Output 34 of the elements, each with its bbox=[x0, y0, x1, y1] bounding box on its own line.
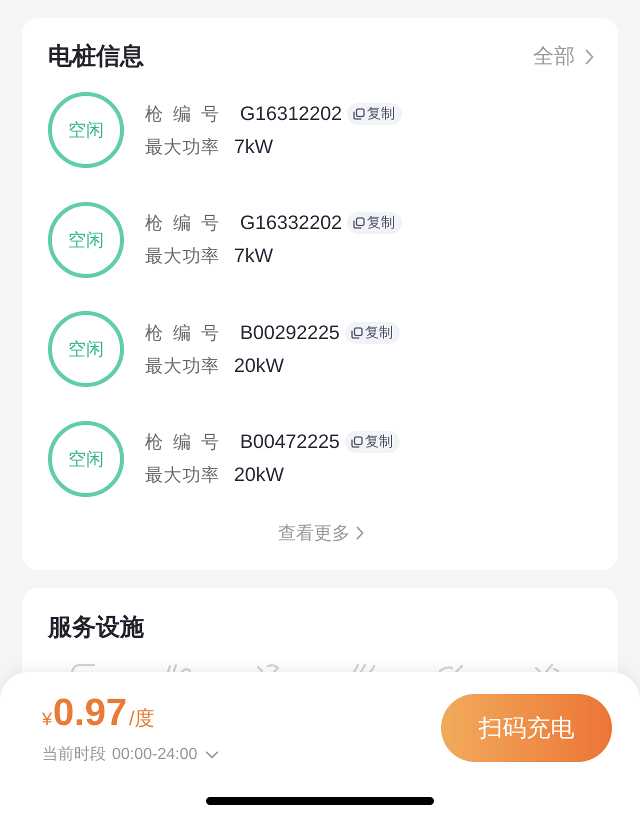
chevron-down-icon bbox=[205, 751, 220, 759]
section-title: 服务设施 bbox=[48, 612, 145, 642]
gun-number-label: 枪 编 号 bbox=[145, 102, 219, 124]
max-power-value: 20kW bbox=[234, 464, 284, 486]
gun-number-label: 枪 编 号 bbox=[145, 431, 219, 453]
max-power-label: 最大功率 bbox=[145, 354, 219, 376]
copy-icon bbox=[352, 217, 365, 229]
status-badge: 空闲 bbox=[48, 202, 124, 278]
copy-icon bbox=[350, 436, 363, 448]
gun-number: B00472225 bbox=[240, 431, 340, 453]
max-power-label: 最大功率 bbox=[145, 245, 219, 267]
chevron-right-icon bbox=[356, 526, 364, 540]
gun-number-label: 枪 编 号 bbox=[145, 322, 219, 344]
copy-button[interactable]: 复制 bbox=[344, 322, 400, 344]
max-power-value: 7kW bbox=[234, 136, 273, 158]
price-text: ¥0.97/度 bbox=[42, 691, 156, 736]
copy-button[interactable]: 复制 bbox=[344, 431, 400, 453]
gun-number-label: 枪 编 号 bbox=[145, 212, 219, 234]
copy-button[interactable]: 复制 bbox=[346, 102, 402, 124]
gun-number: G16312202 bbox=[240, 102, 342, 124]
copy-button[interactable]: 复制 bbox=[346, 212, 402, 234]
status-badge: 空闲 bbox=[48, 311, 124, 387]
copy-icon bbox=[350, 326, 363, 338]
gun-number: B00292225 bbox=[240, 322, 340, 344]
section-title: 电桩信息 bbox=[48, 42, 144, 72]
max-power-value: 20kW bbox=[234, 354, 284, 376]
max-power-label: 最大功率 bbox=[145, 464, 219, 486]
gun-number: G16332202 bbox=[240, 212, 342, 234]
max-power-label: 最大功率 bbox=[145, 136, 219, 158]
max-power-value: 7kW bbox=[234, 245, 273, 267]
chevron-right-icon bbox=[585, 49, 594, 65]
status-badge: 空闲 bbox=[48, 92, 124, 168]
status-badge: 空闲 bbox=[48, 420, 124, 496]
copy-icon bbox=[352, 108, 365, 120]
